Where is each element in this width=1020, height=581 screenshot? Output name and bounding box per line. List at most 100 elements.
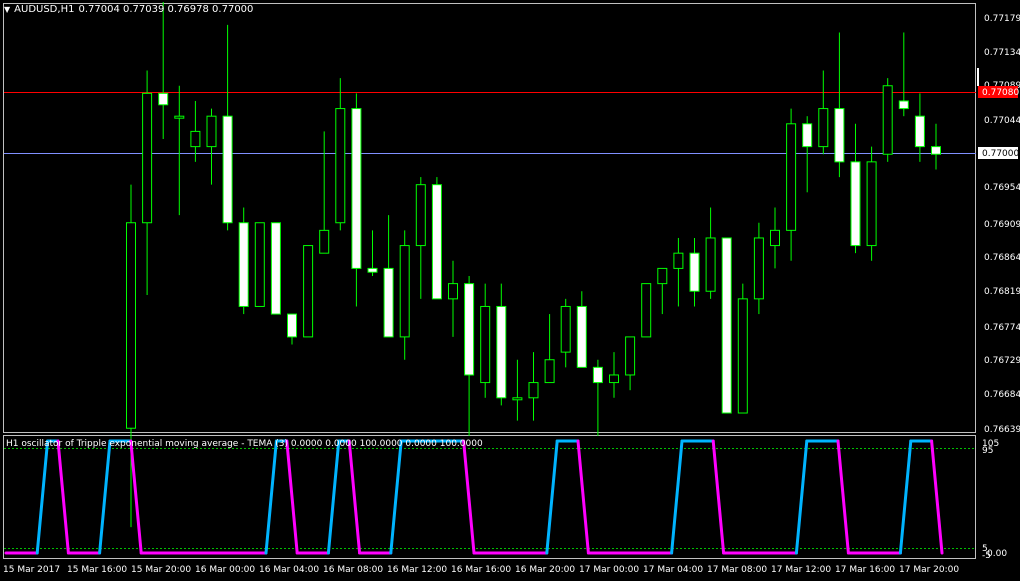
bear-candle[interactable] [834,108,845,163]
time-tick-label: 16 Mar 00:00 [195,565,255,575]
bear-candle[interactable] [351,108,362,269]
bull-candle[interactable] [512,397,523,401]
bull-candle[interactable] [335,108,346,224]
bear-candle[interactable] [914,115,925,148]
bear-candle[interactable] [238,222,249,307]
current-price-label: 0.77000 [982,149,1019,159]
bull-candle[interactable] [399,245,410,338]
bull-candle[interactable] [528,382,539,399]
bull-candle[interactable] [625,336,636,376]
bull-candle[interactable] [609,374,619,384]
price-axis[interactable]: 0.77179 0.77134 0.77089 0.77044 0.76954 … [977,14,1020,435]
bull-candle[interactable] [705,237,716,292]
oscillator-segment [794,439,809,555]
bear-candle[interactable] [287,313,297,338]
bull-candle[interactable] [174,115,185,119]
triangle-down-icon[interactable]: ▼ [4,5,10,14]
bull-candle[interactable] [319,229,330,254]
bull-candle[interactable] [142,92,153,224]
bull-candle[interactable] [126,222,136,429]
price-tick-label: 0.76819 [984,287,1020,297]
bull-candle[interactable] [480,305,491,384]
bear-candle[interactable] [802,123,813,148]
bull-candle[interactable] [190,130,201,148]
chart-canvas[interactable]: 0.77179 0.77134 0.77089 0.77044 0.76954 … [0,0,1020,581]
oscillator-segment [930,439,944,555]
time-tick-label: 15 Mar 16:00 [67,565,127,575]
oscillator-segment [545,439,559,555]
price-tick-label: 0.76729 [984,356,1020,366]
oscillator-frame [3,435,976,559]
chart-header: ▼ AUDUSD,H1 0.77004 0.77039 0.76978 0.77… [4,4,253,15]
osc-tick-label: 0.00 [987,549,1007,559]
bull-candle[interactable] [448,283,458,300]
oscillator-segment [326,439,341,555]
bull-candle[interactable] [206,115,217,148]
oscillator-line-group [4,439,944,555]
bull-candle[interactable] [786,123,797,231]
bear-candle[interactable] [222,115,233,224]
bull-candle[interactable] [303,245,314,338]
oscillator-segment [576,439,590,555]
bull-candle[interactable] [415,184,426,247]
time-tick-label: 16 Mar 20:00 [515,565,575,575]
bull-candle[interactable] [753,237,764,300]
time-tick-label: 17 Mar 12:00 [771,565,831,575]
bear-candle[interactable] [850,161,861,247]
ohlc-values: 0.77004 0.77039 0.76978 0.77000 [78,4,254,15]
bear-candle[interactable] [367,267,378,273]
indicator-title: H1 oscillator of Tripple exponential mov… [6,439,483,449]
time-tick-label: 15 Mar 2017 [3,565,60,575]
time-axis[interactable]: 15 Mar 2017 15 Mar 16:00 15 Mar 20:00 16… [3,565,959,575]
time-tick-label: 17 Mar 04:00 [643,565,703,575]
bear-candle[interactable] [383,267,394,338]
bull-candle[interactable] [544,359,555,384]
time-tick-label: 16 Mar 04:00 [259,565,319,575]
price-tick-label: 0.77134 [984,48,1020,58]
bull-candle[interactable] [882,85,893,155]
time-tick-label: 17 Mar 00:00 [579,565,639,575]
bear-candle[interactable] [898,100,909,110]
oscillator-segment [670,439,684,555]
oscillator-segment [35,439,50,555]
price-tick-label: 0.76684 [984,390,1020,400]
bear-candle[interactable] [431,184,442,300]
time-tick-label: 16 Mar 12:00 [387,565,447,575]
bull-candle[interactable] [866,161,877,247]
bull-candle[interactable] [560,305,571,353]
price-tick-label: 0.76864 [984,253,1020,263]
oscillator-segment [711,439,726,555]
symbol-label: AUDUSD,H1 [14,4,75,15]
oscillator-axis: 105 95 5 -5 0.00 [982,439,1007,561]
time-tick-label: 15 Mar 20:00 [131,565,191,575]
bull-candle[interactable] [673,252,684,269]
price-tick-label: 0.76774 [984,323,1020,333]
bull-candle[interactable] [657,267,668,285]
oscillator-segment [264,439,278,555]
bear-candle[interactable] [270,222,281,315]
price-tick-label: 0.76954 [984,183,1020,193]
bear-candle[interactable] [576,305,587,368]
oscillator-segment [129,439,143,555]
scroll-marker[interactable] [977,68,979,86]
bull-candle[interactable] [641,283,652,338]
oscillator-segment [836,439,850,555]
bear-candle[interactable] [931,146,941,155]
bear-candle[interactable] [592,366,603,384]
bear-candle[interactable] [689,252,700,292]
price-tick-label: 0.76909 [984,220,1020,230]
time-tick-label: 16 Mar 16:00 [451,565,511,575]
bull-candle[interactable] [737,298,748,414]
bull-candle[interactable] [770,229,780,247]
bear-candle[interactable] [496,305,507,399]
price-tick-label: 0.76639 [984,425,1020,435]
bull-candle[interactable] [818,108,829,148]
time-tick-label: 17 Mar 08:00 [707,565,767,575]
bear-candle[interactable] [158,92,169,106]
oscillator-segment [285,439,299,555]
oscillator-segment [462,439,476,555]
bull-candle[interactable] [254,222,265,307]
bear-candle[interactable] [464,283,475,376]
bear-candle[interactable] [721,237,732,414]
oscillator-segment [56,439,70,555]
